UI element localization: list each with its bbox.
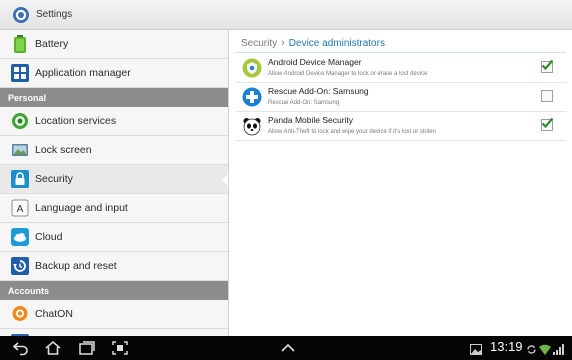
breadcrumb-divider bbox=[236, 52, 566, 53]
sidebar-item-label: Battery bbox=[35, 38, 69, 50]
admin-name: Panda Mobile Security bbox=[268, 115, 354, 125]
sidebar-item-security[interactable]: Security bbox=[0, 165, 228, 194]
sidebar-item-chaton[interactable]: ChatON bbox=[0, 300, 228, 329]
keyboard-a-icon: A bbox=[11, 199, 29, 217]
back-icon[interactable] bbox=[12, 340, 30, 356]
admin-checkbox[interactable] bbox=[541, 59, 553, 73]
wifi-icon bbox=[539, 342, 551, 360]
clock: 13:19 bbox=[490, 339, 523, 354]
sidebar-item-label: Security bbox=[35, 173, 73, 185]
sidebar-item-location-services[interactable]: Location services bbox=[0, 107, 228, 136]
section-header-accounts: Accounts bbox=[0, 281, 228, 300]
sidebar-item-label: Lock screen bbox=[35, 144, 92, 156]
signal-icon bbox=[553, 342, 565, 360]
admin-description: Allow Anti-Theft to lock and wipe your d… bbox=[268, 129, 436, 135]
sidebar-item-label: Backup and reset bbox=[35, 260, 117, 272]
title-bar: Settings bbox=[0, 0, 572, 30]
rescue-plus-icon bbox=[242, 87, 262, 107]
sidebar-item-label: Language and input bbox=[35, 202, 128, 214]
sidebar-item-label: Application manager bbox=[35, 67, 131, 79]
admin-row-panda-mobile-security[interactable]: Panda Mobile Security Allow Anti-Theft t… bbox=[236, 112, 566, 141]
sync-icon bbox=[526, 342, 537, 360]
up-chevron-icon[interactable] bbox=[279, 340, 297, 356]
sidebar-item-backup-and-reset[interactable]: Backup and reset bbox=[0, 252, 228, 281]
admin-row-android-device-manager[interactable]: Android Device Manager Allow Android Dev… bbox=[236, 54, 566, 83]
sidebar-item-label: Cloud bbox=[35, 231, 63, 243]
location-icon bbox=[11, 112, 29, 130]
sidebar-item-battery[interactable]: Battery bbox=[0, 30, 228, 59]
sidebar-item-label: ChatON bbox=[35, 308, 73, 320]
recent-apps-icon[interactable] bbox=[78, 340, 96, 356]
system-bar: 13:19 bbox=[0, 336, 572, 360]
page-title: Device administrators bbox=[288, 37, 385, 49]
admin-name: Android Device Manager bbox=[268, 57, 362, 67]
panda-icon bbox=[242, 116, 262, 136]
app-title: Settings bbox=[36, 9, 73, 20]
breadcrumb-separator: › bbox=[281, 37, 285, 49]
screenshot-icon[interactable] bbox=[111, 340, 129, 356]
settings-sidebar: Battery Application manager Personal Loc… bbox=[0, 30, 229, 336]
device-administrators-panel: Security › Device administrators Android… bbox=[230, 30, 572, 336]
admin-description: Rescue Add-On: Samsung bbox=[268, 100, 340, 106]
section-header-personal: Personal bbox=[0, 88, 228, 107]
app-grid-icon bbox=[11, 64, 29, 82]
battery-icon bbox=[11, 35, 29, 53]
breadcrumb: Security › Device administrators bbox=[241, 37, 385, 49]
admin-checkbox[interactable] bbox=[541, 90, 553, 102]
cloud-icon bbox=[11, 228, 29, 246]
admin-description: Allow Android Device Manager to lock or … bbox=[268, 71, 428, 77]
sidebar-item-partial[interactable] bbox=[0, 329, 228, 336]
sidebar-item-language-and-input[interactable]: A Language and input bbox=[0, 194, 228, 223]
android-device-manager-icon bbox=[242, 58, 262, 78]
sidebar-item-label: Location services bbox=[35, 115, 117, 127]
gallery-icon bbox=[470, 342, 482, 360]
chaton-icon bbox=[11, 305, 29, 323]
sidebar-item-application-manager[interactable]: Application manager bbox=[0, 59, 228, 88]
sidebar-item-lock-screen[interactable]: Lock screen bbox=[0, 136, 228, 165]
admin-row-rescue-add-on[interactable]: Rescue Add-On: Samsung Rescue Add-On: Sa… bbox=[236, 83, 566, 112]
selection-indicator bbox=[222, 173, 228, 187]
breadcrumb-parent[interactable]: Security bbox=[241, 38, 277, 49]
settings-gear-icon[interactable] bbox=[12, 6, 30, 24]
backup-icon bbox=[11, 257, 29, 275]
home-icon[interactable] bbox=[44, 340, 62, 356]
padlock-icon bbox=[11, 170, 29, 188]
svg-text:A: A bbox=[17, 204, 24, 215]
admin-name: Rescue Add-On: Samsung bbox=[268, 86, 369, 96]
sidebar-item-cloud[interactable]: Cloud bbox=[0, 223, 228, 252]
admin-checkbox[interactable] bbox=[541, 117, 553, 131]
lock-screen-icon bbox=[11, 141, 29, 159]
